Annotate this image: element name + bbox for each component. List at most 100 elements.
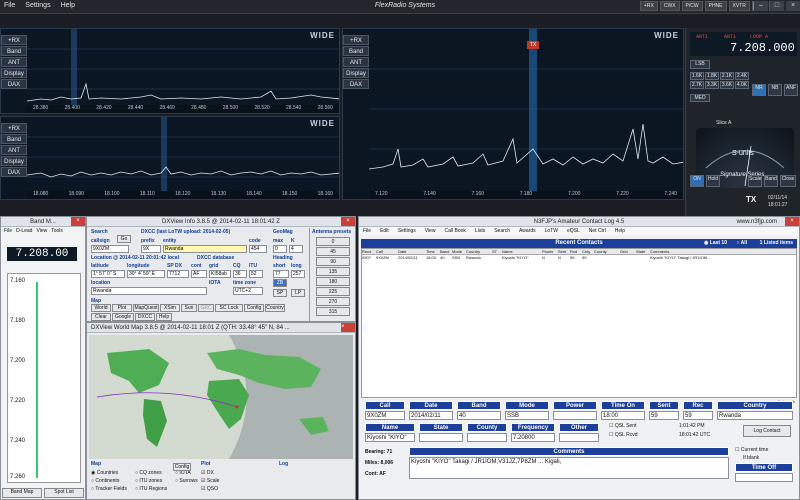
tab-pcw[interactable]: P/CW — [681, 1, 703, 11]
tab-band-map[interactable]: Band Map — [2, 488, 42, 498]
menu-item[interactable]: View — [425, 228, 436, 234]
menu-item[interactable]: File — [363, 228, 371, 234]
go-button[interactable]: Go — [117, 235, 131, 243]
filter-button[interactable]: 2.7K — [690, 81, 704, 89]
nr-button[interactable]: NR — [752, 84, 766, 96]
callsign-input[interactable]: 9X0ZM — [91, 245, 129, 253]
menu-item[interactable]: Tools — [51, 228, 63, 234]
maximize-icon[interactable]: □ — [770, 1, 784, 11]
tab-phne[interactable]: PHNE — [704, 1, 727, 11]
entity-field[interactable]: Rwanda — [163, 245, 247, 253]
nb-button[interactable]: NB — [768, 84, 782, 96]
dax-button[interactable]: DAX — [343, 79, 369, 89]
recent-contacts-table[interactable]: Recd Call Date Time Band Mode Country ST Name Pow… — [361, 248, 797, 398]
name-input[interactable]: Kiyoshi "KIYO" — [365, 433, 415, 442]
menu-help[interactable]: Help — [61, 2, 75, 9]
clear-button[interactable]: Clear — [91, 313, 111, 321]
scale-button[interactable]: Scale — [748, 175, 762, 187]
menu-item[interactable]: Search — [494, 228, 510, 234]
rec-input[interactable]: 59 — [683, 411, 713, 420]
map-config-button[interactable]: Config — [173, 463, 191, 471]
sp-button[interactable]: SP — [273, 289, 287, 297]
column-header[interactable]: Band — [440, 249, 452, 254]
google-button[interactable]: Google — [112, 313, 134, 321]
menu-file[interactable]: File — [4, 2, 15, 9]
band-button[interactable]: Band — [1, 134, 27, 144]
world-button[interactable]: World — [91, 304, 111, 312]
sun-button[interactable]: Sun — [181, 304, 197, 312]
option-continents[interactable]: ○ Continents — [91, 477, 127, 485]
filter-button[interactable]: 3.6K — [720, 81, 734, 89]
dax-button[interactable]: DAX — [1, 167, 27, 177]
county-input[interactable] — [467, 433, 507, 442]
menu-item[interactable]: File — [4, 228, 12, 234]
country-select[interactable]: Rwanda — [717, 411, 793, 420]
zb-button[interactable]: ZB — [273, 279, 287, 287]
plot-qso[interactable]: ☑ QSO — [201, 485, 219, 493]
preset-button[interactable]: 135 — [316, 267, 350, 276]
close-icon[interactable]: × — [341, 323, 355, 332]
menu-item[interactable]: Call Book — [445, 228, 466, 234]
column-header[interactable]: Mode — [452, 249, 466, 254]
ant-button[interactable]: ANT — [1, 57, 27, 67]
time-on-input[interactable]: 18:00 — [601, 411, 645, 420]
menu-item[interactable]: eQSL — [567, 228, 580, 234]
band-button[interactable]: Band — [764, 175, 778, 187]
preset-button[interactable]: 315 — [316, 307, 350, 316]
panadapter-10m[interactable]: +RX Band ANT Display DAX WIDE 28.380 28.4… — [0, 28, 340, 114]
menu-item[interactable]: Edit — [380, 228, 389, 234]
option-surrows[interactable]: ○ Surrows — [175, 477, 198, 485]
close-button[interactable]: Close — [780, 175, 796, 187]
option-tracker-fields[interactable]: ○ Tracker Fields — [91, 485, 127, 493]
column-header[interactable]: Rcd — [570, 249, 582, 254]
band-map[interactable]: 7.160 7.180 7.200 7.220 7.240 7.260 — [7, 273, 81, 483]
filter-button[interactable]: 3.3K — [705, 81, 719, 89]
preset-button[interactable]: 180 — [316, 277, 350, 286]
close-icon[interactable]: × — [785, 217, 799, 226]
tab-cwx[interactable]: CWX — [659, 1, 680, 11]
last-10-option[interactable]: ◉ Last 10 — [704, 239, 727, 248]
column-header[interactable]: ST — [492, 249, 502, 254]
filter-button[interactable]: 4.0K — [735, 81, 749, 89]
frequency-display[interactable]: ANT1 ANT1 LOOP A 7.208.000 — [690, 32, 797, 56]
minimize-icon[interactable]: – — [754, 1, 768, 11]
close-icon[interactable]: × — [71, 217, 85, 226]
country-button[interactable]: Country — [265, 304, 285, 312]
dxcc-button[interactable]: DXCC — [135, 313, 155, 321]
agc-select[interactable]: MED — [690, 94, 710, 102]
ant-button[interactable]: ANT — [1, 145, 27, 155]
option-cq-zones[interactable]: ○ CQ zones — [135, 469, 167, 477]
preset-button[interactable]: 0 — [316, 237, 350, 246]
qsl-rcvd-checkbox[interactable]: ☐ QSL Rcvd — [609, 432, 637, 438]
tx-marker[interactable]: TX — [527, 41, 539, 49]
grc-button[interactable]: GRC — [198, 304, 214, 312]
add-rx-button[interactable]: +RX — [1, 35, 27, 45]
column-header[interactable]: Recd — [362, 249, 376, 254]
plot-button[interactable]: Plot — [112, 304, 132, 312]
add-rx-button[interactable]: +RX — [343, 35, 369, 45]
dax-button[interactable]: DAX — [1, 79, 27, 89]
column-header[interactable]: Power — [542, 249, 558, 254]
table-row[interactable]: 0907 9X0ZM 2014/02/11 18:00 40 SSB Rwanda Kiyos… — [362, 255, 796, 260]
world-map[interactable] — [89, 335, 353, 459]
tab-rx[interactable]: +RX — [640, 1, 658, 11]
power-input[interactable] — [553, 411, 597, 420]
sent-input[interactable]: 59 — [649, 411, 679, 420]
column-header[interactable]: Country — [466, 249, 492, 254]
current-time-checkbox[interactable]: ☐ Current time — [735, 447, 768, 453]
frequency-input[interactable]: 7.20800 — [511, 433, 555, 442]
band-master-freq[interactable]: 7.208.00 — [7, 247, 77, 261]
display-button[interactable]: Display — [1, 68, 27, 78]
column-header[interactable]: County — [594, 249, 620, 254]
plot-scale[interactable]: ☑ Scale — [201, 477, 219, 485]
band-button[interactable]: Band — [1, 46, 27, 56]
option-itu-regions[interactable]: ○ ITU Regions — [135, 485, 167, 493]
menu-item[interactable]: View — [36, 228, 47, 234]
time-off-input[interactable] — [735, 473, 793, 482]
column-header[interactable]: Time — [426, 249, 440, 254]
close-icon[interactable]: × — [341, 217, 355, 226]
option-countries[interactable]: ◉ Countries — [91, 469, 127, 477]
on-button[interactable]: ON — [690, 175, 704, 187]
config-button[interactable]: Config — [244, 304, 264, 312]
display-button[interactable]: Display — [1, 156, 27, 166]
